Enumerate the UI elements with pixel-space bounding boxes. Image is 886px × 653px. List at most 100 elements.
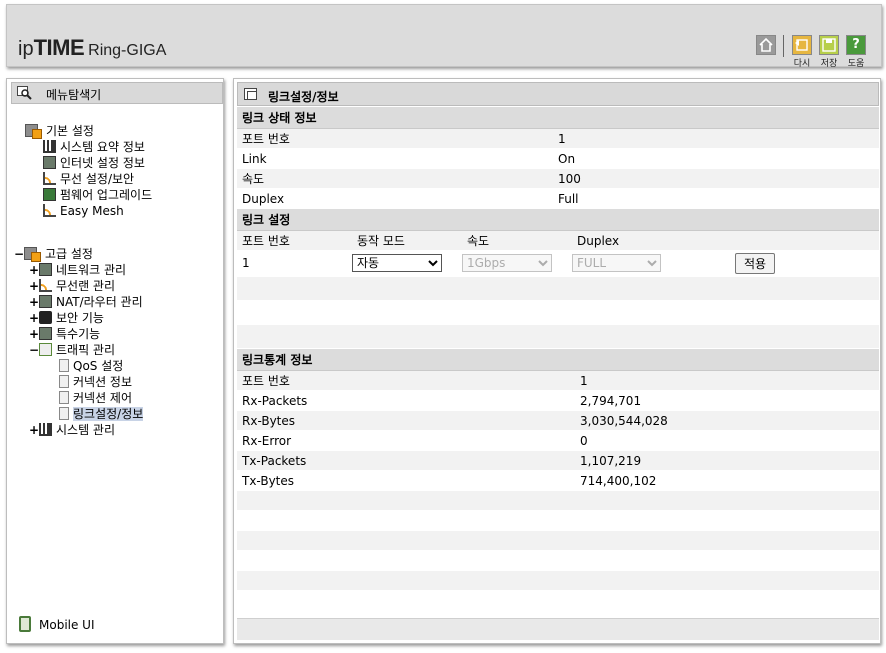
folder-icon: [25, 124, 42, 139]
status-row-duplex: Duplex Full: [237, 189, 879, 209]
traffic-icon: [39, 343, 52, 356]
expand-icon[interactable]: +: [29, 263, 39, 278]
tree-label: 시스템 요약 정보: [60, 140, 145, 154]
mobile-ui-link[interactable]: Mobile UI: [19, 616, 95, 632]
blank-row: [237, 277, 879, 301]
tree-label: 트래픽 관리: [56, 343, 116, 357]
tree-traffic-mgmt[interactable]: − 트래픽 관리: [29, 343, 115, 358]
folder-icon: [24, 247, 41, 262]
tree-system-summary[interactable]: 시스템 요약 정보: [43, 140, 145, 155]
tree-connection-info[interactable]: 커넥션 정보: [59, 375, 132, 390]
tree-link-settings[interactable]: 링크설정/정보: [59, 407, 144, 422]
stats-row-rx-packets: Rx-Packets 2,794,701: [237, 391, 879, 411]
row-value: 1,107,219: [580, 454, 642, 468]
row-label: 포트 번호: [242, 374, 290, 388]
tree-wireless-security[interactable]: 무선 설정/보안: [43, 172, 134, 187]
status-row-link: Link On: [237, 149, 879, 169]
header-separator: [783, 35, 784, 57]
speed-select[interactable]: 1Gbps: [462, 254, 552, 272]
collapse-icon[interactable]: −: [14, 247, 24, 262]
tree-network-mgmt[interactable]: + 네트워크 관리: [29, 263, 126, 278]
menu-explorer: 메뉴탐색기 기본 설정 시스템 요약 정보 인터넷 설정 정보 무선 설정/보안…: [6, 78, 224, 644]
document-icon: [59, 375, 69, 388]
main-panel-footer: [237, 618, 879, 640]
apply-button[interactable]: 적용: [735, 253, 775, 274]
stats-row-tx-packets: Tx-Packets 1,107,219: [237, 451, 879, 471]
help-icon[interactable]: ?: [846, 35, 866, 55]
row-label: 포트 번호: [242, 132, 290, 146]
col-mode: 동작 모드: [357, 234, 405, 248]
upload-icon: [43, 188, 56, 201]
document-icon: [59, 391, 69, 404]
tree-nat-router-mgmt[interactable]: + NAT/라우터 관리: [29, 295, 143, 310]
back-label: 다시: [793, 59, 811, 69]
tree-security[interactable]: + 보안 기능: [29, 311, 104, 326]
wifi-icon: [43, 172, 56, 185]
collapse-icon[interactable]: −: [29, 343, 39, 358]
tree-label: 고급 설정: [45, 247, 93, 261]
col-port: 포트 번호: [242, 234, 290, 248]
blank-row: [237, 491, 879, 511]
tree-wireless-mgmt[interactable]: + 무선랜 관리: [29, 279, 115, 294]
tree-system-mgmt[interactable]: + 시스템 관리: [29, 423, 115, 438]
tree-basic-settings[interactable]: 기본 설정: [25, 124, 94, 139]
document-icon: [59, 359, 69, 372]
mobile-icon: [19, 616, 31, 632]
tree-label: NAT/라우터 관리: [56, 295, 143, 309]
iptime-logo: ip TIME Ring-GIGA: [18, 35, 166, 60]
mode-select[interactable]: 자동: [352, 254, 442, 272]
main-panel: 링크설정/정보 링크 상태 정보 포트 번호 1 Link On 속도 100 …: [233, 78, 881, 644]
expand-icon[interactable]: +: [29, 295, 39, 310]
logo-time: TIME: [33, 35, 85, 60]
status-row-port: 포트 번호 1: [237, 129, 879, 149]
save-label: 저장: [820, 59, 838, 69]
tree-label: 인터넷 설정 정보: [60, 156, 145, 170]
tree-internet-info[interactable]: 인터넷 설정 정보: [43, 156, 145, 171]
tree-advanced-settings[interactable]: − 고급 설정: [14, 247, 93, 262]
tree-label: 펌웨어 업그레이드: [60, 188, 153, 202]
expand-icon[interactable]: +: [29, 423, 39, 438]
home-icon[interactable]: [756, 35, 776, 55]
blank-row: [237, 531, 879, 551]
menu-explorer-header: 메뉴탐색기: [11, 82, 223, 104]
tree-connection-control[interactable]: 커넥션 제어: [59, 391, 132, 406]
tree-firmware-upgrade[interactable]: 펌웨어 업그레이드: [43, 188, 152, 203]
window-icon: [244, 88, 257, 100]
stats-row-rx-bytes: Rx-Bytes 3,030,544,028: [237, 411, 879, 431]
row-label: Rx-Packets: [242, 394, 308, 408]
expand-icon[interactable]: +: [29, 311, 39, 326]
tree-easy-mesh[interactable]: Easy Mesh: [43, 204, 124, 219]
tree-label: 특수기능: [56, 327, 101, 341]
expand-icon[interactable]: +: [29, 327, 39, 342]
wifi-icon: [39, 279, 52, 292]
tree-qos[interactable]: QoS 설정: [59, 359, 123, 374]
bar-chart-icon: [39, 423, 52, 436]
special-icon: [39, 327, 52, 340]
tree-special-features[interactable]: + 특수기능: [29, 327, 100, 342]
main-content: 링크 상태 정보 포트 번호 1 Link On 속도 100 Duplex F…: [237, 107, 879, 591]
expand-icon[interactable]: +: [29, 279, 39, 294]
duplex-select[interactable]: FULL: [572, 254, 661, 272]
stats-row-port: 포트 번호 1: [237, 371, 879, 391]
save-icon[interactable]: [819, 35, 839, 55]
blank-row: [237, 301, 879, 325]
back-icon[interactable]: [792, 35, 812, 55]
tree-label: Easy Mesh: [60, 204, 124, 218]
network-icon: [39, 263, 52, 276]
row-value: 2,794,701: [580, 394, 642, 408]
page-title: 링크설정/정보: [268, 90, 339, 104]
blank-row: [237, 325, 879, 349]
col-duplex: Duplex: [577, 234, 620, 248]
stats-row-tx-bytes: Tx-Bytes 714,400,102: [237, 471, 879, 491]
row-label: 속도: [242, 172, 265, 186]
menu-explorer-title: 메뉴탐색기: [46, 88, 102, 102]
settings-row: 1 자동 1Gbps FULL 적용: [237, 251, 879, 277]
row-label: Rx-Bytes: [242, 414, 296, 428]
logo-ip: ip: [18, 38, 34, 60]
row-value: 714,400,102: [580, 474, 657, 488]
status-row-speed: 속도 100: [237, 169, 879, 189]
tree-label: QoS 설정: [73, 359, 124, 373]
tree-label: 보안 기능: [56, 311, 104, 325]
bar-chart-icon: [43, 140, 56, 153]
top-header: ip TIME Ring-GIGA ? 다시 저장 도움: [6, 4, 882, 69]
